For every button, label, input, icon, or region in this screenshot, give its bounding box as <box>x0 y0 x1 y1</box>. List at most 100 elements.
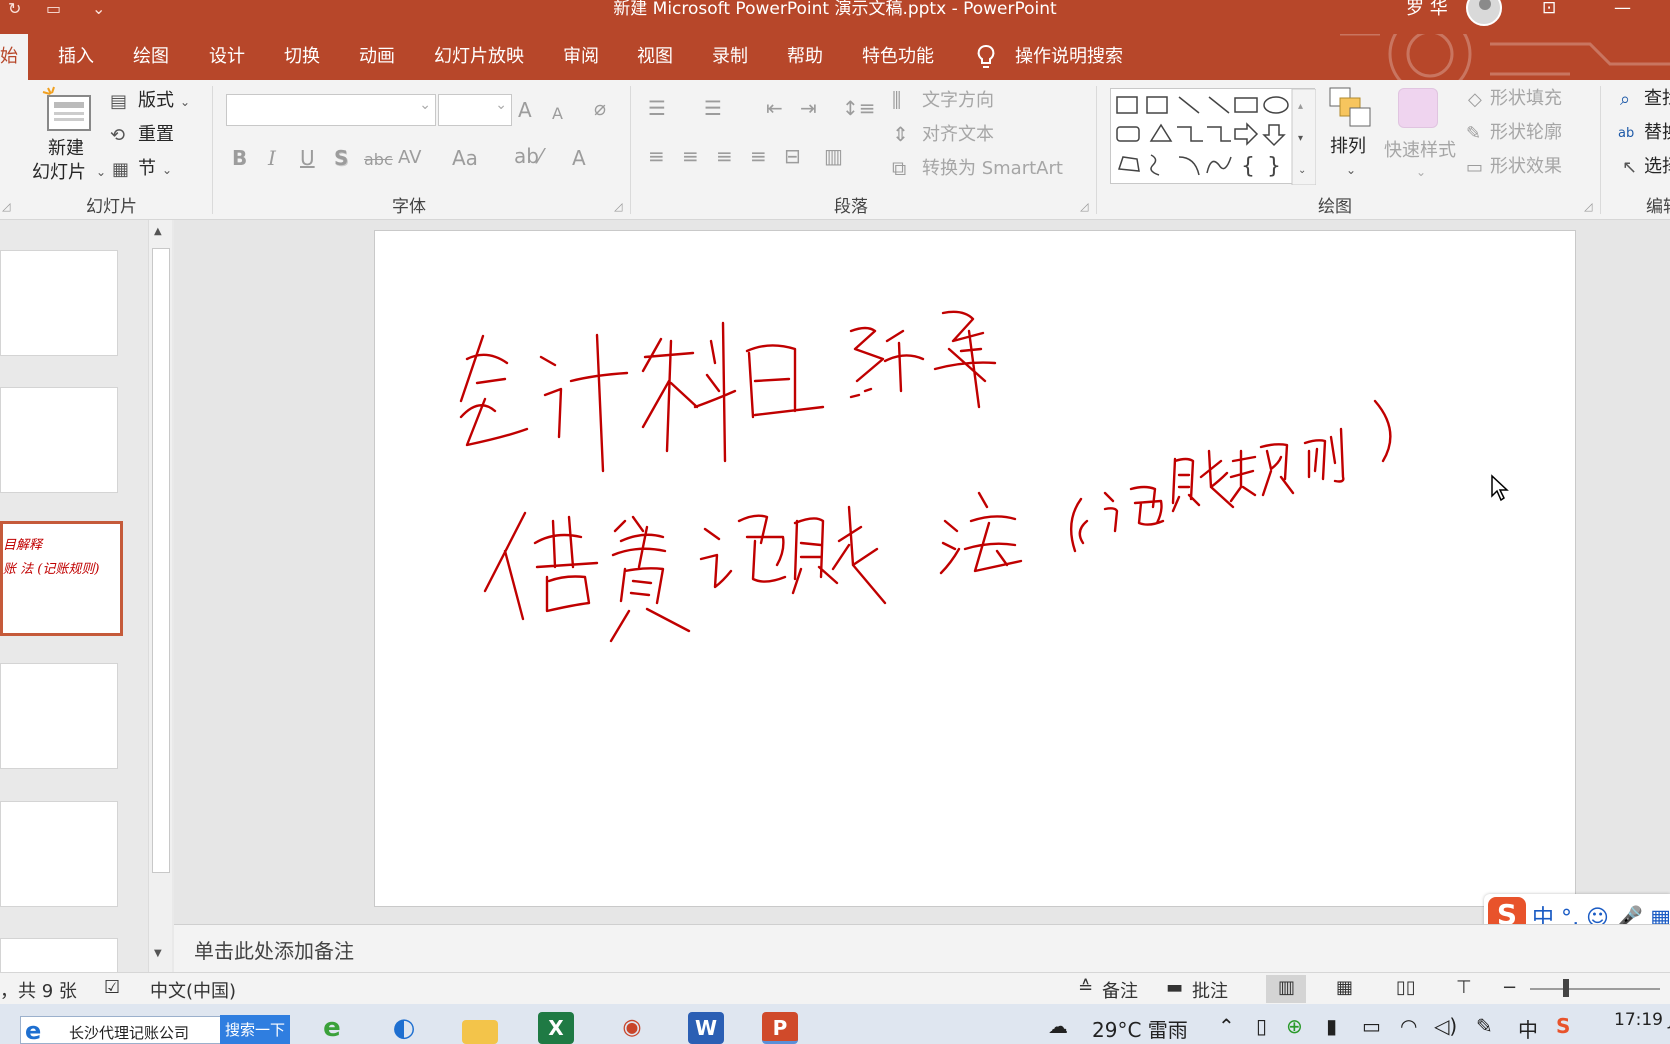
find-button[interactable]: 查找 <box>1644 88 1670 110</box>
grow-font-icon[interactable]: A <box>518 98 532 122</box>
arrange-icon[interactable] <box>1328 86 1372 130</box>
dialog-launcher-icon[interactable]: ◿ <box>1080 200 1088 213</box>
scrollbar-thumb[interactable] <box>152 248 170 873</box>
slide-thumbnail-selected[interactable]: 目解释 账 法 (记账规则) <box>0 521 123 636</box>
ribbon-display-options-icon[interactable]: ⊡ <box>1542 0 1556 17</box>
decrease-indent-icon[interactable]: ⇤ <box>766 96 783 120</box>
bold-icon[interactable]: B <box>232 146 247 170</box>
weather-status[interactable]: 29°C 雷雨 <box>1092 1014 1188 1043</box>
text-shadow-icon[interactable]: S <box>334 146 348 170</box>
pen-icon[interactable]: ✎ <box>1476 1014 1493 1038</box>
browser-green-icon[interactable]: e <box>314 1012 350 1044</box>
increase-indent-icon[interactable]: ⇥ <box>800 96 817 120</box>
new-slide-icon[interactable] <box>42 86 94 134</box>
shape-effects-icon[interactable]: ▭ <box>1466 156 1483 180</box>
current-slide[interactable] <box>374 230 1576 907</box>
smartart-icon[interactable]: ⧉ <box>892 156 906 180</box>
dialog-launcher-icon[interactable]: ◿ <box>2 200 10 213</box>
section-icon[interactable]: ▦ <box>112 158 129 182</box>
align-right-icon[interactable]: ≡ <box>716 144 733 168</box>
file-explorer-icon[interactable] <box>462 1020 498 1044</box>
tab-help[interactable]: 帮助 <box>787 34 823 80</box>
underline-icon[interactable]: U <box>300 146 315 170</box>
zoom-slider-thumb[interactable] <box>1563 979 1569 997</box>
reset-icon[interactable]: ⟲ <box>110 124 125 148</box>
word-icon[interactable]: W <box>688 1012 724 1044</box>
zoom-out-icon[interactable]: − <box>1502 977 1517 998</box>
bullets-icon[interactable]: ☰ <box>648 96 666 120</box>
slide-thumbnail[interactable] <box>0 387 118 493</box>
justify-icon[interactable]: ≡ <box>750 144 767 168</box>
shape-fill-icon[interactable]: ◇ <box>1468 88 1482 112</box>
handwriting-ink[interactable] <box>375 231 1577 908</box>
strikethrough-icon[interactable]: abc <box>364 148 393 172</box>
slide-thumbnail[interactable] <box>0 250 118 356</box>
slide-thumbnail[interactable] <box>0 663 118 769</box>
select-icon[interactable]: ↖ <box>1622 156 1637 180</box>
text-direction-icon[interactable]: ⫼ <box>892 88 901 112</box>
italic-icon[interactable]: I <box>268 146 276 170</box>
wifi-icon[interactable]: ◠ <box>1400 1014 1417 1038</box>
numbering-icon[interactable]: ☰ <box>704 96 722 120</box>
language-indicator[interactable]: 中文(中国) <box>150 977 236 1003</box>
font-name-combo[interactable] <box>226 94 436 126</box>
font-size-combo[interactable] <box>438 94 512 126</box>
replace-icon[interactable]: ab <box>1618 122 1634 146</box>
powerpoint-icon[interactable]: P <box>762 1012 798 1044</box>
shapes-gallery[interactable]: { } ▴ ▾ ⌄ <box>1110 88 1316 185</box>
minimize-icon[interactable]: — <box>1614 0 1631 17</box>
notes-placeholder[interactable]: 单击此处添加备注 <box>194 935 354 964</box>
slide-thumbnail[interactable] <box>0 801 118 907</box>
font-color-icon[interactable]: A <box>572 146 586 170</box>
edge-icon[interactable]: ◐ <box>386 1012 422 1044</box>
dialog-launcher-icon[interactable]: ◿ <box>1584 200 1592 213</box>
slide-sorter-icon[interactable]: ▦ <box>1336 977 1353 998</box>
volume-icon[interactable]: ◁) <box>1434 1014 1457 1038</box>
tab-review[interactable]: 审阅 <box>563 34 599 80</box>
comments-icon[interactable]: ▬ <box>1166 977 1183 998</box>
taskbar-search-text[interactable]: 长沙代理记账公司 <box>69 1022 189 1043</box>
align-center-icon[interactable]: ≡ <box>682 144 699 168</box>
security-icon[interactable]: ⊕ <box>1286 1014 1303 1038</box>
scroll-down-icon[interactable]: ▼ <box>154 948 162 959</box>
ime-indicator[interactable]: 中 <box>1518 1014 1538 1043</box>
arrange-button[interactable]: 排列 <box>1330 136 1366 158</box>
layout-button[interactable]: 版式 <box>138 90 174 112</box>
normal-view-button[interactable]: ▥ <box>1266 975 1306 1003</box>
battery-icon[interactable]: ▭ <box>1362 1014 1381 1038</box>
thumbnail-scrollbar[interactable]: ▲ ▼ <box>148 220 172 972</box>
media-app-icon[interactable]: ◉ <box>614 1012 650 1044</box>
user-name[interactable]: 罗 华 <box>1406 0 1448 18</box>
tab-special-features[interactable]: 特色功能 <box>862 34 934 80</box>
shrink-font-icon[interactable]: A <box>552 102 563 126</box>
replace-button[interactable]: 替换 <box>1644 122 1670 144</box>
highlight-icon[interactable]: ab⁄ <box>514 144 542 168</box>
chevron-down-icon[interactable]: ⌄ <box>180 90 190 114</box>
new-slide-label-1[interactable]: 新建 <box>48 138 84 160</box>
clock-time[interactable]: 17:19 J <box>1614 1010 1670 1030</box>
tab-home[interactable]: 始 <box>0 34 28 80</box>
tab-draw[interactable]: 绘图 <box>133 34 169 80</box>
taskbar-search-button[interactable]: 搜索一下 <box>220 1015 290 1044</box>
columns-icon[interactable]: ▥ <box>824 144 843 168</box>
change-case-icon[interactable]: Aa <box>452 146 478 170</box>
excel-icon[interactable]: X <box>538 1012 574 1044</box>
text-direction-button[interactable]: 文字方向 <box>922 90 994 112</box>
tab-slideshow[interactable]: 幻灯片放映 <box>434 34 524 80</box>
tab-design[interactable]: 设计 <box>209 34 245 80</box>
line-spacing-icon[interactable]: ↕≡ <box>842 96 876 120</box>
shape-outline-icon[interactable]: ✎ <box>1466 122 1481 146</box>
quick-styles-icon[interactable] <box>1398 88 1438 128</box>
accessibility-icon[interactable]: ☑ <box>104 977 120 998</box>
chevron-down-icon[interactable]: ⌄ <box>96 160 106 184</box>
chevron-down-icon[interactable]: ⌄ <box>1346 158 1356 182</box>
sogou-tray-icon[interactable]: S <box>1556 1014 1570 1038</box>
notes-pane[interactable]: 单击此处添加备注 <box>174 924 1670 972</box>
layout-icon[interactable]: ▤ <box>110 90 127 114</box>
tab-record[interactable]: 录制 <box>712 34 748 80</box>
weather-icon[interactable]: ☁ <box>1048 1014 1068 1038</box>
find-icon[interactable]: ⌕ <box>1620 88 1630 112</box>
reset-button[interactable]: 重置 <box>138 124 174 146</box>
notes-toggle-button[interactable]: 备注 <box>1102 977 1138 1003</box>
chevron-down-icon[interactable]: ⌄ <box>162 158 172 182</box>
